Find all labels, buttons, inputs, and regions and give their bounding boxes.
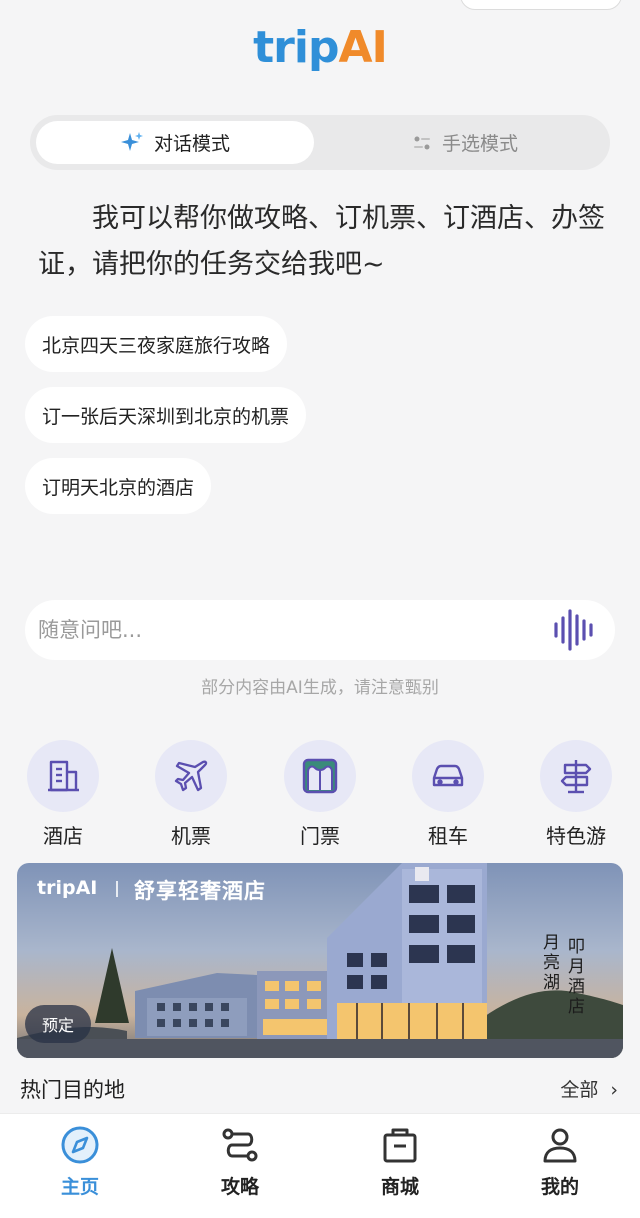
route-icon xyxy=(222,1128,258,1162)
mode-switch: 对话模式 手选模式 xyxy=(30,115,610,170)
category-label: 机票 xyxy=(171,824,211,848)
calligraphy-text: 叩月酒店 xyxy=(564,937,584,1017)
suggestion-chip[interactable]: 北京四天三夜家庭旅行攻略 xyxy=(25,316,288,372)
book-button[interactable]: 预定 xyxy=(25,1005,91,1043)
banner-divider xyxy=(116,881,118,897)
ask-bar xyxy=(25,600,615,660)
calligraphy-text: 月亮湖 xyxy=(539,933,559,993)
plane-icon xyxy=(174,760,208,792)
tab-profile[interactable]: 我的 xyxy=(510,1124,610,1199)
category-special-tour[interactable]: 特色游 xyxy=(521,740,631,849)
banner-brand: tripAI xyxy=(37,877,98,899)
chat-mode-label: 对话模式 xyxy=(153,133,230,155)
intro-text: 我可以帮你做攻略、订机票、订酒店、办签证，请把你的任务交给我吧~ xyxy=(38,203,605,280)
car-icon xyxy=(432,764,464,787)
tab-label: 商城 xyxy=(380,1176,419,1198)
chevron-right-icon: › xyxy=(610,1079,618,1101)
ai-disclaimer: 部分内容由AI生成，请注意甄别 xyxy=(201,678,439,698)
app-logo: tripAI xyxy=(253,22,388,73)
category-label: 门票 xyxy=(300,824,340,848)
ask-input[interactable] xyxy=(38,618,551,642)
tab-label: 我的 xyxy=(540,1176,579,1198)
signpost-icon xyxy=(560,760,592,794)
profile-icon xyxy=(543,1128,577,1163)
view-all-link[interactable]: 全部 › xyxy=(560,1075,618,1102)
suggestion-chip[interactable]: 订明天北京的酒店 xyxy=(25,458,212,514)
tab-label: 主页 xyxy=(60,1176,99,1198)
category-label: 酒店 xyxy=(43,824,83,848)
hotel-photo xyxy=(17,863,623,1058)
banner-title: 舒享轻奢酒店 xyxy=(134,879,266,903)
compass-icon xyxy=(61,1126,99,1164)
suggestion-chip[interactable]: 订一张后天深圳到北京的机票 xyxy=(25,387,307,443)
voice-wave-icon[interactable] xyxy=(551,607,599,653)
select-mode-tab[interactable]: 手选模式 xyxy=(326,121,604,164)
select-mode-label: 手选模式 xyxy=(441,133,518,155)
category-hotel[interactable]: 酒店 xyxy=(8,740,118,849)
sparkle-icon xyxy=(120,131,143,151)
hot-destinations-title: 热门目的地 xyxy=(20,1078,125,1102)
toggle-icon xyxy=(413,136,430,149)
top-capsule xyxy=(460,0,622,10)
bottom-tab-bar: 主页 攻略 商城 我的 xyxy=(0,1113,640,1218)
tab-home[interactable]: 主页 xyxy=(30,1124,130,1199)
category-label: 租车 xyxy=(428,824,468,848)
category-label: 特色游 xyxy=(546,824,606,848)
shop-icon xyxy=(383,1128,417,1163)
category-car-rental[interactable]: 租车 xyxy=(393,740,503,849)
chat-mode-tab[interactable]: 对话模式 xyxy=(36,121,314,164)
view-all-label: 全部 xyxy=(560,1079,599,1101)
category-ticket[interactable]: 门票 xyxy=(265,740,375,849)
tab-label: 攻略 xyxy=(220,1176,259,1198)
hotel-icon xyxy=(48,760,79,792)
ticket-icon xyxy=(302,758,338,794)
tab-guides[interactable]: 攻略 xyxy=(190,1124,290,1199)
tab-shop[interactable]: 商城 xyxy=(350,1124,450,1199)
category-flight[interactable]: 机票 xyxy=(136,740,246,849)
hotel-promo-banner[interactable]: tripAI 舒享轻奢酒店 月亮湖 叩月酒店 预定 xyxy=(17,863,623,1058)
